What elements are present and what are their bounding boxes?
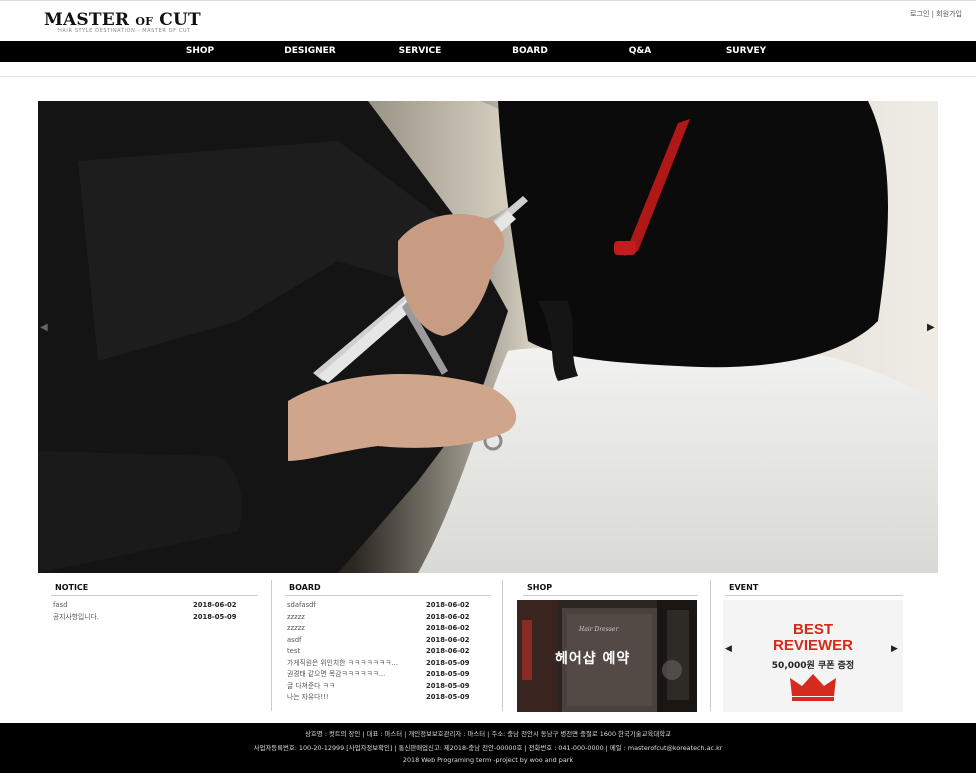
board-row-title[interactable]: 글 다쳐준다 ㅋㅋ [287, 681, 412, 693]
board-row: asdf 2018-06-02 [285, 635, 491, 647]
event-prev-arrow-icon[interactable]: ◀ [725, 644, 732, 654]
footer-company-info: 상호명 : 컷트의 장인 | 대표 : 마스터 | 개인정보보호관리자 : 마스… [305, 730, 671, 738]
board-row-date: 2018-05-09 [426, 681, 470, 690]
event-line-coupon: 50,000원 쿠폰 증정 [771, 661, 855, 671]
board-row-date: 2018-06-02 [426, 601, 470, 609]
event-banner[interactable]: BEST REVIEWER 50,000원 쿠폰 증정 ◀ ▶ [723, 600, 903, 712]
board-row-date: 2018-06-02 [426, 647, 470, 655]
board-row-title[interactable]: zzzzz [287, 612, 412, 624]
shop-title: SHOP [523, 579, 698, 596]
event-title: EVENT [725, 579, 903, 596]
notice-row: fasd 2018-06-02 [51, 600, 258, 612]
main-nav: SHOP DESIGNER SERVICE BOARD Q&A SURVEY [0, 41, 976, 62]
board-title: BOARD [285, 579, 491, 596]
nav-item-designer[interactable]: DESIGNER [270, 41, 350, 62]
event-next-arrow-icon[interactable]: ▶ [891, 644, 898, 654]
board-row: 권경태 같으면 목감ㅋㅋㅋㅋㅋㅋ... 2018-05-09 [285, 669, 491, 681]
footer-business-info: 사업자등록번호: 100-20-12999 [사업자정보확인] | 통신판매업신… [253, 744, 723, 752]
shop-reservation-banner[interactable]: 헤어샵 예약 Hair Dresser [517, 600, 697, 712]
board-row: zzzzz 2018-06-02 [285, 623, 491, 635]
board-row-title[interactable]: 권경태 같으면 목감ㅋㅋㅋㅋㅋㅋ... [287, 669, 412, 681]
event-line-best: BEST [792, 621, 833, 638]
event-line-reviewer: REVIEWER [772, 637, 853, 654]
site-logo[interactable]: MASTER OF CUT [44, 10, 201, 30]
nav-item-shop[interactable]: SHOP [160, 41, 240, 62]
notice-panel: NOTICE fasd 2018-06-02 공지사항입니다. 2018-05-… [51, 579, 258, 623]
footer-copyright: 2018 Web Programing term -project by woo… [402, 756, 574, 764]
util-separator: | [931, 10, 934, 18]
board-row-date: 2018-05-09 [426, 658, 470, 667]
notice-list: fasd 2018-06-02 공지사항입니다. 2018-05-09 [51, 600, 258, 623]
notice-row-title[interactable]: 공지사항입니다. [53, 612, 178, 624]
shop-panel: SHOP [523, 579, 698, 596]
logo-word-master: MASTER [44, 10, 130, 30]
login-link[interactable]: 로그인 [910, 10, 929, 18]
panel-divider [271, 580, 272, 711]
shop-sign-text: Hair Dresser [579, 626, 619, 633]
site-header: MASTER OF CUT HAIR STYLE DESTINATION - M… [0, 0, 976, 40]
slider-next-arrow-icon[interactable]: ▶ [927, 322, 935, 333]
board-row: zzzzz 2018-06-02 [285, 612, 491, 624]
notice-row-title[interactable]: fasd [53, 600, 178, 612]
hero-slider-image [38, 101, 938, 573]
board-row-title[interactable]: 가게직원은 위인치한 ㅋㅋㅋㅋㅋㅋㅋ... [287, 658, 412, 670]
panel-divider [710, 580, 711, 711]
board-row-date: 2018-05-09 [426, 693, 470, 701]
notice-row: 공지사항입니다. 2018-05-09 [51, 612, 258, 624]
logo-tagline: HAIR STYLE DESTINATION - MASTER OF CUT [58, 28, 191, 34]
board-row-title[interactable]: sdafasdf [287, 600, 412, 612]
board-row-title[interactable]: asdf [287, 635, 412, 647]
nav-item-board[interactable]: BOARD [490, 41, 570, 62]
signup-link[interactable]: 회원가입 [936, 10, 962, 18]
slider-prev-arrow-icon[interactable]: ◀ [40, 322, 48, 333]
event-panel: EVENT [725, 579, 903, 596]
panel-divider [502, 580, 503, 711]
user-links: 로그인 | 회원가입 [910, 9, 962, 19]
site-footer: 상호명 : 컷트의 장인 | 대표 : 마스터 | 개인정보보호관리자 : 마스… [0, 723, 976, 773]
sub-nav-bar [0, 63, 976, 77]
board-list: sdafasdf 2018-06-02 zzzzz 2018-06-02 zzzzz… [285, 600, 491, 704]
hairdresser-photo [38, 101, 938, 573]
nav-item-survey[interactable]: SURVEY [706, 41, 786, 62]
board-row-date: 2018-06-02 [426, 624, 470, 632]
board-row-date: 2018-06-02 [426, 635, 470, 644]
notice-title: NOTICE [51, 579, 258, 596]
board-row: 글 다쳐준다 ㅋㅋ 2018-05-09 [285, 681, 491, 693]
shop-banner-text: 헤어샵 예약 [555, 651, 631, 667]
board-row-date: 2018-06-02 [426, 612, 470, 621]
board-row: 가게직원은 위인치한 ㅋㅋㅋㅋㅋㅋㅋ... 2018-05-09 [285, 658, 491, 670]
notice-row-date: 2018-05-09 [193, 612, 237, 621]
notice-row-date: 2018-06-02 [193, 601, 237, 609]
board-row: 나는 자유다!!! 2018-05-09 [285, 692, 491, 704]
logo-word-of: OF [135, 15, 154, 28]
nav-item-qna[interactable]: Q&A [600, 41, 680, 62]
board-row: test 2018-06-02 [285, 646, 491, 658]
board-row: sdafasdf 2018-06-02 [285, 600, 491, 612]
board-row-title[interactable]: zzzzz [287, 623, 412, 635]
nav-item-service[interactable]: SERVICE [380, 41, 460, 62]
crown-icon [790, 674, 836, 701]
board-row-date: 2018-05-09 [426, 670, 470, 678]
board-panel: BOARD sdafasdf 2018-06-02 zzzzz 2018-06-02… [285, 579, 491, 704]
board-row-title[interactable]: 나는 자유다!!! [287, 692, 412, 704]
board-row-title[interactable]: test [287, 646, 412, 658]
logo-word-cut: CUT [159, 10, 201, 30]
